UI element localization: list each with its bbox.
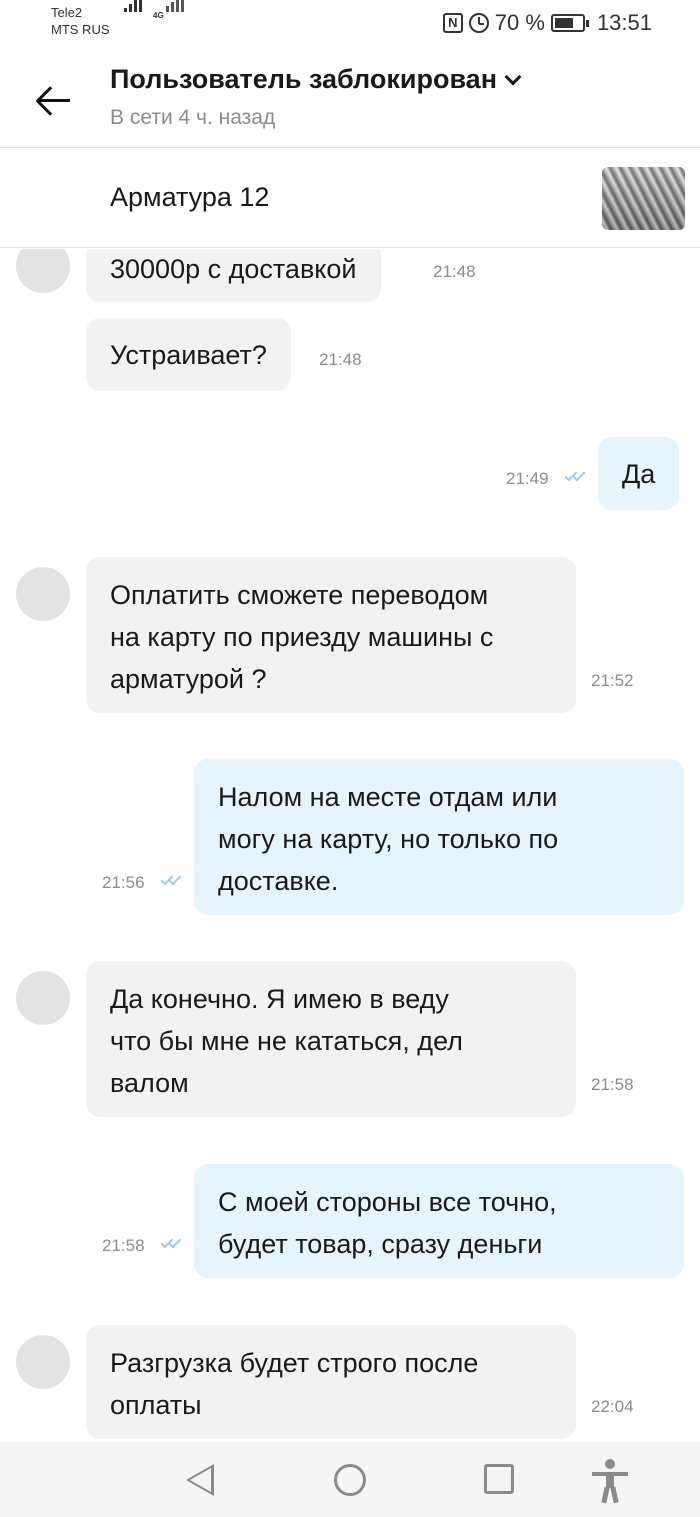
avatar xyxy=(16,1335,70,1389)
back-arrow-icon[interactable] xyxy=(30,78,78,122)
message-time: 21:58 xyxy=(102,1236,145,1255)
chat-title: Пользователь заблокирован xyxy=(110,64,498,94)
message-time: 21:48 xyxy=(319,350,362,369)
network-type-label: 4G xyxy=(153,11,164,20)
message-bubble-incoming[interactable]: 30000р с доставкой xyxy=(86,249,381,302)
double-check-icon xyxy=(160,872,186,889)
avatar xyxy=(16,567,70,621)
message-text: Разгрузка будет строго после оплаты xyxy=(110,1348,479,1420)
message-text: Да xyxy=(622,459,656,489)
battery-percent: 70 % xyxy=(494,10,545,35)
avatar xyxy=(16,971,70,1025)
chat-header: Пользователь заблокирован В сети 4 ч. на… xyxy=(0,46,700,148)
message-time: 21:58 xyxy=(591,1075,634,1094)
clock: 13:51 xyxy=(596,10,652,35)
nav-home-icon[interactable] xyxy=(334,1464,366,1496)
listing-title: Арматура 12 xyxy=(110,182,270,212)
message-bubble-outgoing[interactable]: С моей стороны все точно, будет товар, с… xyxy=(194,1164,684,1278)
message-text: Устраивает? xyxy=(110,340,267,370)
double-check-icon xyxy=(160,1235,186,1252)
battery-icon xyxy=(550,14,589,32)
message-bubble-outgoing[interactable]: Налом на месте отдам или могу на карту, … xyxy=(194,759,684,915)
listing-bar[interactable]: Арматура 12 xyxy=(0,148,700,248)
last-seen-status: В сети 4 ч. назад xyxy=(110,106,276,129)
message-bubble-outgoing[interactable]: Да xyxy=(598,437,680,510)
message-bubble-incoming[interactable]: Устраивает? xyxy=(86,318,291,391)
carrier-name-2: MTS RUS xyxy=(51,22,110,37)
carrier-info: Tele2 MTS RUS xyxy=(51,5,110,39)
double-check-icon xyxy=(564,468,590,485)
nfc-icon: N xyxy=(442,13,463,33)
message-text: С моей стороны все точно, будет товар, с… xyxy=(218,1187,557,1259)
message-text: Оплатить сможете переводом на карту по п… xyxy=(110,580,494,694)
message-time: 21:52 xyxy=(591,671,634,690)
nav-recent-apps-icon[interactable] xyxy=(484,1464,514,1494)
alarm-icon xyxy=(468,13,489,33)
message-text: Да конечно. Я имею в веду что бы мне не … xyxy=(110,984,463,1098)
chevron-down-icon xyxy=(504,68,522,85)
nav-back-icon[interactable] xyxy=(186,1464,214,1496)
message-text: 30000р с доставкой xyxy=(110,254,357,284)
status-bar: Tele2 MTS RUS 4G N 70 % 13:51 xyxy=(0,0,700,46)
listing-thumbnail[interactable] xyxy=(602,167,685,230)
message-list[interactable]: 30000р с доставкой 21:48 Устраивает? 21:… xyxy=(0,249,700,1442)
chat-title-dropdown[interactable]: Пользователь заблокирован xyxy=(110,64,522,95)
message-time: 22:04 xyxy=(591,1397,634,1416)
accessibility-icon[interactable] xyxy=(592,1459,628,1504)
message-time: 21:49 xyxy=(506,469,549,488)
message-time: 21:56 xyxy=(102,873,145,892)
message-bubble-incoming[interactable]: Да конечно. Я имею в веду что бы мне не … xyxy=(86,961,576,1117)
message-text: Налом на месте отдам или могу на карту, … xyxy=(218,782,559,896)
avatar xyxy=(16,249,70,293)
carrier-name-1: Tele2 xyxy=(51,5,83,20)
system-navigation-bar xyxy=(0,1442,700,1517)
message-bubble-incoming[interactable]: Разгрузка будет строго после оплаты xyxy=(86,1325,576,1439)
message-bubble-incoming[interactable]: Оплатить сможете переводом на карту по п… xyxy=(86,557,576,713)
status-right-group: N 70 % 13:51 xyxy=(442,10,652,36)
message-time: 21:48 xyxy=(433,262,476,281)
